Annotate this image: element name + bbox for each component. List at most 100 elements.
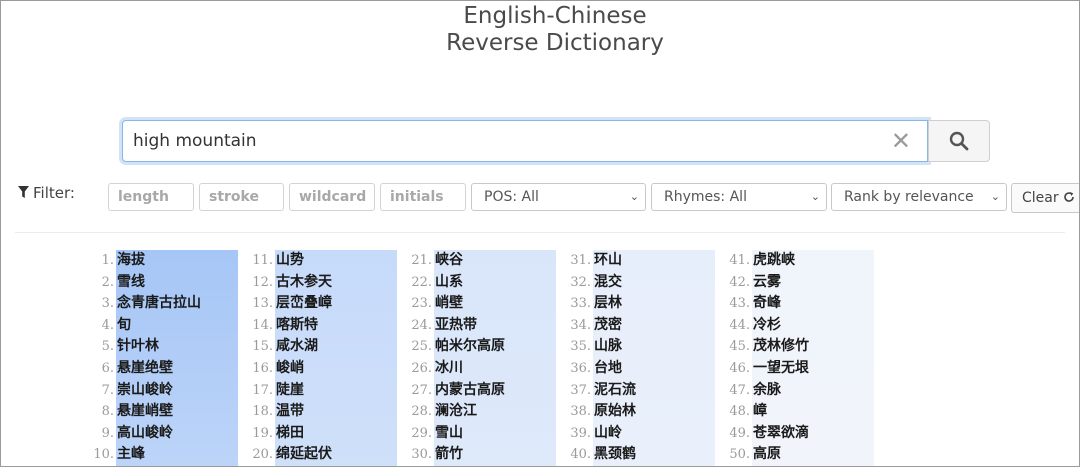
list-item[interactable]: 1. 海拔 xyxy=(102,250,238,272)
result-word[interactable]: 帕米尔高原 xyxy=(434,336,556,358)
list-item[interactable]: 7. 崇山峻岭 xyxy=(102,380,238,402)
result-word[interactable]: 雪线 xyxy=(116,272,238,294)
result-word[interactable]: 亚热带 xyxy=(434,315,556,337)
result-word[interactable]: 黑颈鹤 xyxy=(593,444,715,466)
result-word[interactable]: 陡崖 xyxy=(275,380,397,402)
list-item[interactable]: 8. 悬崖峭壁 xyxy=(102,401,238,423)
result-word[interactable]: 内蒙古高原 xyxy=(434,380,556,402)
list-item[interactable]: 22. 山系 xyxy=(411,272,556,294)
result-word[interactable]: 环山 xyxy=(593,250,715,272)
result-word[interactable]: 泥石流 xyxy=(593,380,715,402)
list-item[interactable]: 11. 山势 xyxy=(252,250,397,272)
pos-select[interactable]: POS: All ⌄ xyxy=(471,183,646,211)
result-word[interactable]: 一望无垠 xyxy=(752,358,874,380)
list-item[interactable]: 46. 一望无垠 xyxy=(729,358,874,380)
result-word[interactable]: 虎跳峡 xyxy=(752,250,874,272)
result-word[interactable]: 层林 xyxy=(593,293,715,315)
result-word[interactable]: 咸水湖 xyxy=(275,336,397,358)
result-word[interactable]: 高原 xyxy=(752,444,874,466)
result-word[interactable]: 峻峭 xyxy=(275,358,397,380)
list-item[interactable]: 33. 层林 xyxy=(570,293,715,315)
rank-select[interactable]: Rank by relevance ⌄ xyxy=(831,183,1007,211)
list-item[interactable]: 36. 台地 xyxy=(570,358,715,380)
stroke-input[interactable]: stroke xyxy=(199,183,284,211)
list-item[interactable]: 38. 原始林 xyxy=(570,401,715,423)
result-word[interactable]: 古木参天 xyxy=(275,272,397,294)
list-item[interactable]: 44. 冷杉 xyxy=(729,315,874,337)
search-input[interactable] xyxy=(123,121,883,161)
list-item[interactable]: 25. 帕米尔高原 xyxy=(411,336,556,358)
result-word[interactable]: 峡谷 xyxy=(434,250,556,272)
result-word[interactable]: 余脉 xyxy=(752,380,874,402)
list-item[interactable]: 12. 古木参天 xyxy=(252,272,397,294)
result-word[interactable]: 苍翠欲滴 xyxy=(752,423,874,445)
list-item[interactable]: 18. 温带 xyxy=(252,401,397,423)
result-word[interactable]: 悬崖峭壁 xyxy=(116,401,238,423)
result-word[interactable]: 澜沧江 xyxy=(434,401,556,423)
result-word[interactable]: 山系 xyxy=(434,272,556,294)
list-item[interactable]: 43. 奇峰 xyxy=(729,293,874,315)
result-word[interactable]: 云雾 xyxy=(752,272,874,294)
close-icon[interactable]: ✕ xyxy=(891,128,911,154)
result-word[interactable]: 冷杉 xyxy=(752,315,874,337)
list-item[interactable]: 3. 念青唐古拉山 xyxy=(102,293,238,315)
list-item[interactable]: 31. 环山 xyxy=(570,250,715,272)
list-item[interactable]: 41. 虎跳峡 xyxy=(729,250,874,272)
result-word[interactable]: 山岭 xyxy=(593,423,715,445)
result-word[interactable]: 茂密 xyxy=(593,315,715,337)
list-item[interactable]: 45. 茂林修竹 xyxy=(729,336,874,358)
result-word[interactable]: 雪山 xyxy=(434,423,556,445)
list-item[interactable]: 5. 针叶林 xyxy=(102,336,238,358)
list-item[interactable]: 19. 梯田 xyxy=(252,423,397,445)
length-input[interactable]: length xyxy=(108,183,194,211)
result-word[interactable]: 念青唐古拉山 xyxy=(116,293,238,315)
result-word[interactable]: 箭竹 xyxy=(434,444,556,466)
result-word[interactable]: 原始林 xyxy=(593,401,715,423)
result-word[interactable]: 主峰 xyxy=(116,444,238,466)
clear-button[interactable]: Clear xyxy=(1011,183,1079,213)
result-word[interactable]: 针叶林 xyxy=(116,336,238,358)
result-word[interactable]: 山势 xyxy=(275,250,397,272)
list-item[interactable]: 26. 冰川 xyxy=(411,358,556,380)
list-item[interactable]: 16. 峻峭 xyxy=(252,358,397,380)
list-item[interactable]: 28. 澜沧江 xyxy=(411,401,556,423)
result-word[interactable]: 奇峰 xyxy=(752,293,874,315)
result-word[interactable]: 海拔 xyxy=(116,250,238,272)
list-item[interactable]: 32. 混交 xyxy=(570,272,715,294)
initials-input[interactable]: initials xyxy=(380,183,466,211)
list-item[interactable]: 21. 峡谷 xyxy=(411,250,556,272)
list-item[interactable]: 35. 山脉 xyxy=(570,336,715,358)
result-word[interactable]: 旬 xyxy=(116,315,238,337)
list-item[interactable]: 20. 绵延起伏 xyxy=(252,444,397,466)
list-item[interactable]: 34. 茂密 xyxy=(570,315,715,337)
rhymes-select[interactable]: Rhymes: All ⌄ xyxy=(651,183,827,211)
result-word[interactable]: 茂林修竹 xyxy=(752,336,874,358)
result-word[interactable]: 台地 xyxy=(593,358,715,380)
result-word[interactable]: 温带 xyxy=(275,401,397,423)
result-word[interactable]: 层峦叠嶂 xyxy=(275,293,397,315)
list-item[interactable]: 37. 泥石流 xyxy=(570,380,715,402)
list-item[interactable]: 6. 悬崖绝壁 xyxy=(102,358,238,380)
list-item[interactable]: 50. 高原 xyxy=(729,444,874,466)
result-word[interactable]: 高山峻岭 xyxy=(116,423,238,445)
list-item[interactable]: 30. 箭竹 xyxy=(411,444,556,466)
result-word[interactable]: 绵延起伏 xyxy=(275,444,397,466)
wildcard-input[interactable]: wildcard xyxy=(289,183,375,211)
list-item[interactable]: 48. 嶂 xyxy=(729,401,874,423)
list-item[interactable]: 2. 雪线 xyxy=(102,272,238,294)
result-word[interactable]: 山脉 xyxy=(593,336,715,358)
result-word[interactable]: 梯田 xyxy=(275,423,397,445)
result-word[interactable]: 冰川 xyxy=(434,358,556,380)
result-word[interactable]: 峭壁 xyxy=(434,293,556,315)
list-item[interactable]: 39. 山岭 xyxy=(570,423,715,445)
result-word[interactable]: 悬崖绝壁 xyxy=(116,358,238,380)
list-item[interactable]: 42. 云雾 xyxy=(729,272,874,294)
list-item[interactable]: 15. 咸水湖 xyxy=(252,336,397,358)
list-item[interactable]: 47. 余脉 xyxy=(729,380,874,402)
result-word[interactable]: 喀斯特 xyxy=(275,315,397,337)
result-word[interactable]: 崇山峻岭 xyxy=(116,380,238,402)
result-word[interactable]: 嶂 xyxy=(752,401,874,423)
list-item[interactable]: 4. 旬 xyxy=(102,315,238,337)
list-item[interactable]: 9. 高山峻岭 xyxy=(102,423,238,445)
list-item[interactable]: 23. 峭壁 xyxy=(411,293,556,315)
